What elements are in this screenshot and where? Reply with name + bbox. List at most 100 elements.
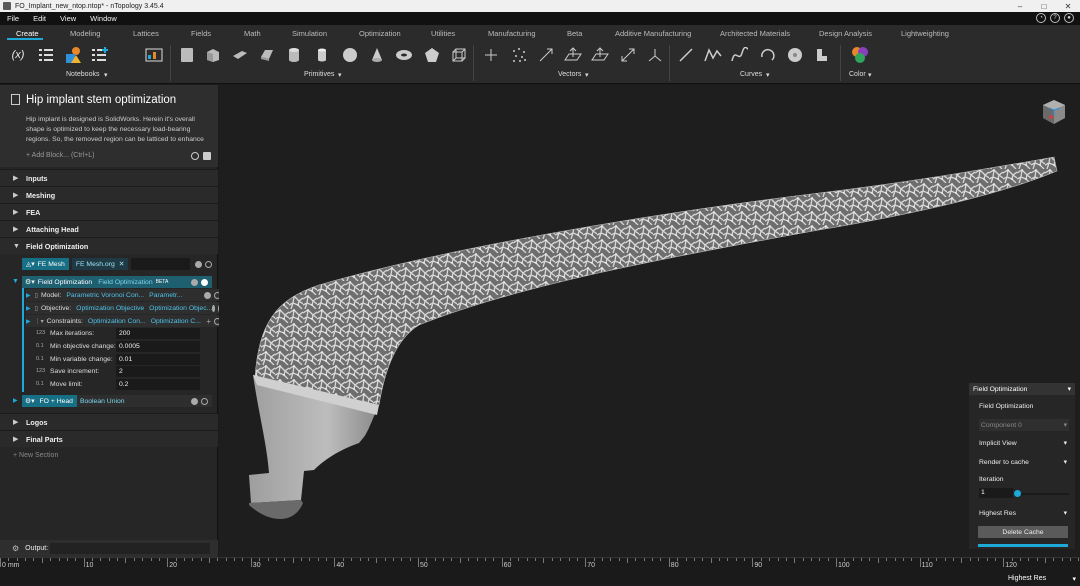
add-block-button[interactable]: + Add Block... (Ctrl+L) bbox=[26, 152, 94, 159]
variable-icon[interactable]: (x) bbox=[9, 46, 27, 64]
chevron-down-icon[interactable]: ▾ bbox=[338, 71, 342, 79]
chevron-down-icon[interactable]: ▾ bbox=[104, 71, 108, 79]
tab-modeling[interactable]: Modeling bbox=[70, 29, 100, 38]
field-optimization-block[interactable]: ⚙▾ Field Optimization Field Optimization… bbox=[22, 276, 212, 288]
tab-architected-materials[interactable]: Architected Materials bbox=[720, 29, 790, 38]
tab-create[interactable]: Create bbox=[16, 29, 39, 38]
value-field[interactable]: 0.01 bbox=[116, 353, 200, 365]
fe-mesh-chip[interactable]: ◬▾ FE Mesh bbox=[22, 258, 69, 270]
torus-icon[interactable] bbox=[395, 46, 413, 64]
sphere-icon[interactable] bbox=[341, 46, 359, 64]
chevron-down-icon[interactable]: ▾ bbox=[585, 71, 589, 79]
chevron-right-icon[interactable]: ▶ bbox=[13, 397, 18, 404]
help-icon[interactable] bbox=[204, 291, 211, 299]
iteration-slider-track[interactable] bbox=[1017, 493, 1069, 495]
tab-additive-manufacturing[interactable]: Additive Manufacturing bbox=[615, 29, 691, 38]
chart-icon[interactable] bbox=[145, 46, 163, 64]
menu-view[interactable]: View bbox=[53, 14, 83, 23]
wire-cube-icon[interactable] bbox=[450, 46, 468, 64]
plane-icon[interactable] bbox=[231, 46, 249, 64]
tab-utilities[interactable]: Utilities bbox=[431, 29, 455, 38]
refresh-icon[interactable] bbox=[191, 152, 199, 160]
maximize-icon[interactable]: □ bbox=[1032, 0, 1056, 12]
param-max-iterations[interactable]: 123 Max iterations: 200 bbox=[36, 327, 206, 339]
status-icon[interactable] bbox=[205, 260, 212, 268]
value-field[interactable]: 200 bbox=[116, 327, 200, 339]
polyline-icon[interactable] bbox=[704, 46, 722, 64]
view-cube[interactable] bbox=[1042, 99, 1066, 127]
circle-icon[interactable] bbox=[786, 46, 804, 64]
coordinate-system-icon[interactable] bbox=[646, 46, 664, 64]
iteration-slider-handle[interactable] bbox=[1014, 490, 1021, 497]
param-move-limit[interactable]: 0.1 Move limit: 0.2 bbox=[36, 378, 206, 390]
status-icon[interactable] bbox=[201, 397, 208, 405]
value-field[interactable]: 2 bbox=[116, 365, 200, 377]
group-notebooks-label[interactable]: Notebooks bbox=[66, 71, 99, 78]
plane-vector-icon[interactable] bbox=[564, 46, 582, 64]
fo-head-block[interactable]: ⚙▾ FO + Head Boolean Union bbox=[22, 395, 212, 407]
output-bar[interactable]: ⚙ Output: bbox=[0, 540, 218, 557]
cylinder-icon[interactable] bbox=[285, 46, 303, 64]
add-item-icon[interactable]: + bbox=[206, 317, 211, 326]
component-dropdown[interactable]: Component 0 ▾ bbox=[979, 419, 1069, 431]
tab-beta[interactable]: Beta bbox=[567, 29, 582, 38]
close-icon[interactable]: ✕ bbox=[119, 260, 125, 268]
section-inputs[interactable]: ▶ Inputs bbox=[0, 169, 218, 186]
help-icon[interactable]: ? bbox=[1050, 13, 1060, 23]
group-vectors-label[interactable]: Vectors bbox=[558, 71, 581, 78]
output-field[interactable] bbox=[50, 543, 210, 554]
cone-icon[interactable] bbox=[368, 46, 386, 64]
section-meshing[interactable]: ▶ Meshing bbox=[0, 186, 218, 203]
implant-model[interactable] bbox=[219, 85, 1080, 557]
tab-manufacturing[interactable]: Manufacturing bbox=[488, 29, 536, 38]
shapes-icon[interactable] bbox=[64, 46, 82, 64]
tab-lattices[interactable]: Lattices bbox=[133, 29, 159, 38]
help-icon[interactable] bbox=[191, 278, 198, 286]
gear-icon[interactable]: ⚙ bbox=[12, 544, 19, 553]
prism-icon[interactable] bbox=[258, 46, 276, 64]
group-primitives-label[interactable]: Primitives bbox=[304, 71, 334, 78]
chevron-down-icon[interactable]: ▾ bbox=[766, 71, 770, 79]
section-fea[interactable]: ▶ FEA bbox=[0, 203, 218, 220]
new-section-button[interactable]: + New Section bbox=[13, 452, 58, 459]
list-icon[interactable] bbox=[37, 46, 55, 64]
fe-mesh-variable[interactable]: ◬▾ FE Mesh FE Mesh.org ✕ bbox=[22, 258, 212, 270]
help-icon[interactable] bbox=[195, 260, 202, 268]
tab-design-analysis[interactable]: Design Analysis bbox=[819, 29, 872, 38]
group-color-label[interactable]: Color bbox=[849, 71, 866, 78]
list-add-icon[interactable] bbox=[91, 46, 109, 64]
fe-mesh-value-chip[interactable]: FE Mesh.org ✕ bbox=[71, 258, 129, 270]
help-icon[interactable] bbox=[212, 304, 216, 312]
tab-math[interactable]: Math bbox=[244, 29, 261, 38]
point-cloud-icon[interactable] bbox=[510, 46, 528, 64]
view-dropdown[interactable]: Implicit View ▾ bbox=[979, 437, 1069, 449]
extrude-icon[interactable] bbox=[813, 46, 831, 64]
value-field[interactable]: 0.2 bbox=[116, 378, 200, 390]
iteration-input[interactable]: 1 bbox=[979, 488, 1013, 498]
help-icon[interactable] bbox=[191, 397, 198, 405]
arc-icon[interactable] bbox=[759, 46, 777, 64]
status-icon[interactable] bbox=[201, 278, 208, 286]
vector-icon[interactable] bbox=[537, 46, 555, 64]
section-field-optimization[interactable]: ▼ Field Optimization bbox=[0, 237, 218, 254]
tab-simulation[interactable]: Simulation bbox=[292, 29, 327, 38]
resolution-dropdown[interactable]: Highest Res ▾ bbox=[979, 507, 1069, 519]
spline-icon[interactable] bbox=[731, 46, 749, 64]
value-field[interactable] bbox=[131, 258, 190, 270]
param-save-increment[interactable]: 123 Save increment: 2 bbox=[36, 365, 206, 377]
cache-dropdown[interactable]: Render to cache ▾ bbox=[979, 456, 1069, 468]
3d-viewport[interactable] bbox=[219, 85, 1080, 557]
tab-fields[interactable]: Fields bbox=[191, 29, 211, 38]
param-min-variable-change[interactable]: 0.1 Min variable change: 0.01 bbox=[36, 353, 206, 365]
menu-file[interactable]: File bbox=[0, 14, 26, 23]
input-constraints[interactable]: ▶ ⋮▾ Constraints: Optimization Con... Op… bbox=[26, 315, 224, 327]
cylinder-icon[interactable] bbox=[313, 46, 331, 64]
overlay-header[interactable]: Field Optimization ▾ bbox=[969, 383, 1075, 395]
chevron-down-icon[interactable]: ▼ bbox=[12, 278, 19, 285]
line-icon[interactable] bbox=[677, 46, 695, 64]
vector-arrows-icon[interactable] bbox=[619, 46, 637, 64]
value-field[interactable]: 0.0005 bbox=[116, 340, 200, 352]
point-icon[interactable] bbox=[482, 46, 500, 64]
param-min-objective-change[interactable]: 0.1 Min objective change: 0.0005 bbox=[36, 340, 206, 352]
color-icon[interactable] bbox=[851, 46, 869, 64]
